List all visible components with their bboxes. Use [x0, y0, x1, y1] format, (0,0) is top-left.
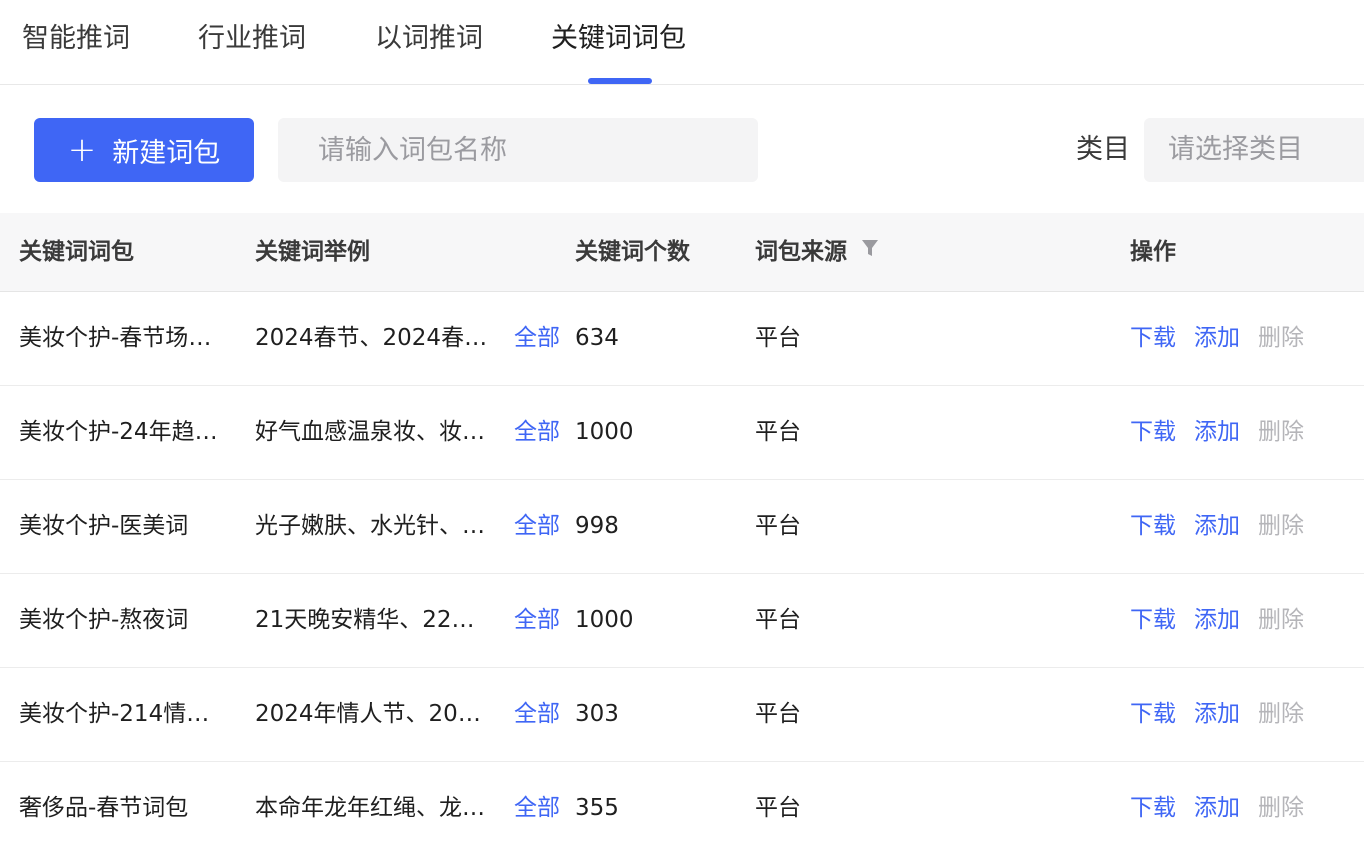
keyword-example: 21天晚安精华、22点护肤: [255, 607, 491, 633]
add-link[interactable]: 添加: [1194, 762, 1240, 852]
download-link[interactable]: 下载: [1130, 574, 1176, 667]
keyword-count: 355: [575, 795, 619, 821]
package-source: 平台: [755, 419, 801, 445]
toolbar: + 新建词包 类目 请选择类目: [0, 85, 1364, 213]
delete-link[interactable]: 删除: [1258, 480, 1304, 573]
download-link[interactable]: 下载: [1130, 386, 1176, 479]
header-package-source: 词包来源: [755, 213, 879, 291]
package-name: 奢侈品-春节词包: [19, 795, 189, 821]
package-name: 美妆个护-24年趋势词: [19, 419, 225, 445]
view-all-link[interactable]: 全部: [514, 480, 560, 573]
add-link[interactable]: 添加: [1194, 574, 1240, 667]
tab-industry-recommend[interactable]: 行业推词: [198, 20, 306, 58]
keyword-count: 634: [575, 325, 619, 351]
keyword-example: 光子嫩肤、水光针、热玛吉: [255, 513, 491, 539]
delete-link[interactable]: 删除: [1258, 292, 1304, 385]
delete-link[interactable]: 删除: [1258, 668, 1304, 761]
category-select[interactable]: 请选择类目: [1144, 118, 1364, 182]
header-keyword-example: 关键词举例: [255, 239, 370, 265]
delete-link[interactable]: 删除: [1258, 574, 1304, 667]
package-name: 美妆个护-熬夜词: [19, 607, 189, 633]
plus-icon: +: [67, 130, 97, 170]
delete-link[interactable]: 删除: [1258, 762, 1304, 852]
new-package-button[interactable]: + 新建词包: [34, 118, 254, 182]
keyword-count: 998: [575, 513, 619, 539]
view-all-link[interactable]: 全部: [514, 386, 560, 479]
table-row: 美妆个护-春节场景词 2024春节、2024春节礼盒 全部 634 平台 下载 …: [0, 292, 1364, 386]
view-all-link[interactable]: 全部: [514, 574, 560, 667]
table-row: 美妆个护-24年趋势词 好气血感温泉妆、妆前乳 全部 1000 平台 下载 添加…: [0, 386, 1364, 480]
view-all-link[interactable]: 全部: [514, 668, 560, 761]
header-package-source-label: 词包来源: [755, 239, 847, 265]
package-source: 平台: [755, 607, 801, 633]
tab-bar: 智能推词 行业推词 以词推词 关键词词包: [0, 0, 1364, 85]
keyword-example: 本命年龙年红绳、龙年礼物: [255, 795, 491, 821]
add-link[interactable]: 添加: [1194, 292, 1240, 385]
download-link[interactable]: 下载: [1130, 762, 1176, 852]
new-package-label: 新建词包: [112, 137, 221, 169]
keyword-example: 2024春节、2024春节礼盒: [255, 325, 491, 351]
package-source: 平台: [755, 325, 801, 351]
view-all-link[interactable]: 全部: [514, 292, 560, 385]
table-header: 关键词词包 关键词举例 关键词个数 词包来源 操作: [0, 213, 1364, 292]
keyword-count: 1000: [575, 607, 634, 633]
table-row: 美妆个护-医美词 光子嫩肤、水光针、热玛吉 全部 998 平台 下载 添加 删除: [0, 480, 1364, 574]
delete-link[interactable]: 删除: [1258, 386, 1304, 479]
filter-icon[interactable]: [861, 212, 879, 290]
package-name: 美妆个护-春节场景词: [19, 325, 225, 351]
category-label: 类目: [1076, 134, 1130, 165]
tab-keyword-packages[interactable]: 关键词词包: [551, 20, 686, 58]
download-link[interactable]: 下载: [1130, 668, 1176, 761]
table-row: 奢侈品-春节词包 本命年龙年红绳、龙年礼物 全部 355 平台 下载 添加 删除: [0, 762, 1364, 852]
package-source: 平台: [755, 513, 801, 539]
package-source: 平台: [755, 795, 801, 821]
package-source: 平台: [755, 701, 801, 727]
header-actions: 操作: [1130, 239, 1176, 265]
add-link[interactable]: 添加: [1194, 668, 1240, 761]
active-tab-indicator: [588, 78, 652, 84]
tab-word-recommend[interactable]: 以词推词: [375, 20, 483, 58]
keyword-count: 1000: [575, 419, 634, 445]
package-name-search-input[interactable]: [278, 118, 758, 182]
keyword-package-table: 关键词词包 关键词举例 关键词个数 词包来源 操作 美妆个护-春节场景词 202…: [0, 213, 1364, 852]
add-link[interactable]: 添加: [1194, 480, 1240, 573]
keyword-example: 2024年情人节、2024礼物: [255, 701, 491, 727]
download-link[interactable]: 下载: [1130, 292, 1176, 385]
header-keyword-count: 关键词个数: [575, 239, 690, 265]
keyword-example: 好气血感温泉妆、妆前乳: [255, 419, 491, 445]
package-name: 美妆个护-214情人节词: [19, 701, 225, 727]
header-package-name: 关键词词包: [19, 239, 134, 265]
download-link[interactable]: 下载: [1130, 480, 1176, 573]
add-link[interactable]: 添加: [1194, 386, 1240, 479]
package-name: 美妆个护-医美词: [19, 513, 189, 539]
table-row: 美妆个护-214情人节词 2024年情人节、2024礼物 全部 303 平台 下…: [0, 668, 1364, 762]
tab-smart-recommend[interactable]: 智能推词: [22, 20, 130, 58]
table-row: 美妆个护-熬夜词 21天晚安精华、22点护肤 全部 1000 平台 下载 添加 …: [0, 574, 1364, 668]
view-all-link[interactable]: 全部: [514, 762, 560, 852]
keyword-count: 303: [575, 701, 619, 727]
